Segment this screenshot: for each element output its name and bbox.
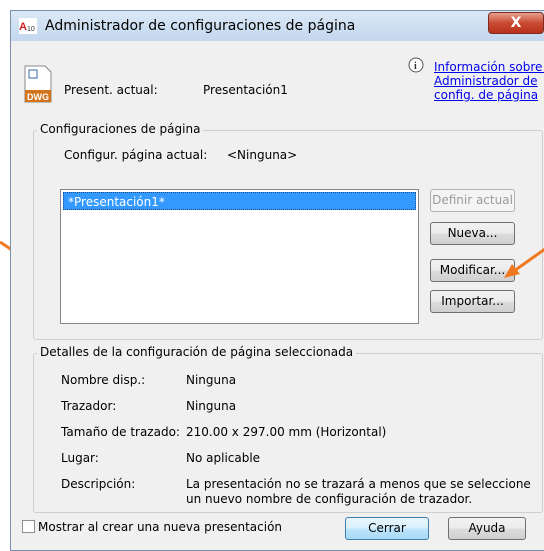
svg-text:10: 10 <box>27 26 35 33</box>
description-label: Descripción: <box>61 477 136 491</box>
dialog-title: Administrador de configuraciones de pági… <box>45 18 356 34</box>
current-layout-label: Present. actual: <box>64 83 158 97</box>
right-pointer-arrow <box>504 247 544 278</box>
help-button[interactable]: Ayuda <box>448 517 526 540</box>
close-window-button[interactable]: X <box>488 12 544 34</box>
show-on-new-layout-checkbox[interactable] <box>22 520 35 533</box>
svg-text:A: A <box>19 21 27 33</box>
current-setup-label: Configur. página actual: <box>64 148 208 162</box>
import-button[interactable]: Importar... <box>430 290 515 313</box>
list-item[interactable]: *Presentación1* <box>63 192 416 210</box>
plotter-label: Trazador: <box>61 399 117 413</box>
info-link-line3[interactable]: config. de página <box>434 88 538 102</box>
description-value-line2: un nuevo nombre de configuración de traz… <box>186 492 473 506</box>
device-name-label: Nombre disp.: <box>61 373 146 387</box>
current-layout-value: Presentación1 <box>203 83 288 97</box>
details-legend: Detalles de la configuración de página s… <box>37 345 357 359</box>
page-setups-list[interactable]: *Presentación1* <box>60 189 419 324</box>
svg-text:i: i <box>414 61 417 72</box>
device-name-value: Ninguna <box>186 373 237 387</box>
page-setups-legend: Configuraciones de página <box>37 122 204 136</box>
new-button[interactable]: Nueva... <box>430 222 515 245</box>
title-bar[interactable]: A 10 Administrador de configuraciones de… <box>11 11 544 41</box>
close-button[interactable]: Cerrar <box>345 517 429 540</box>
info-icon: i <box>408 57 424 73</box>
dwg-icon-text: DWG <box>27 92 49 102</box>
description-value-line1: La presentación no se trazará a menos qu… <box>186 477 531 491</box>
plot-size-label: Tamaño de trazado: <box>61 425 180 439</box>
dwg-file-icon: DWG <box>24 65 52 103</box>
current-setup-value: <Ninguna> <box>227 148 298 162</box>
info-link-line2[interactable]: Administrador de <box>434 74 538 88</box>
plotter-value: Ninguna <box>186 399 237 413</box>
autocad-app-icon: A 10 <box>19 18 37 34</box>
info-link-line1[interactable]: Información sobre el <box>434 60 544 74</box>
plot-size-value: 210.00 x 297.00 mm (Horizontal) <box>186 425 387 439</box>
where-value: No aplicable <box>186 451 261 465</box>
set-current-button[interactable]: Definir actual <box>430 189 515 212</box>
show-on-new-layout-label: Mostrar al crear una nueva presentación <box>38 520 283 534</box>
page-setup-manager-dialog: A 10 Administrador de configuraciones de… <box>10 10 544 551</box>
where-label: Lugar: <box>61 451 99 465</box>
